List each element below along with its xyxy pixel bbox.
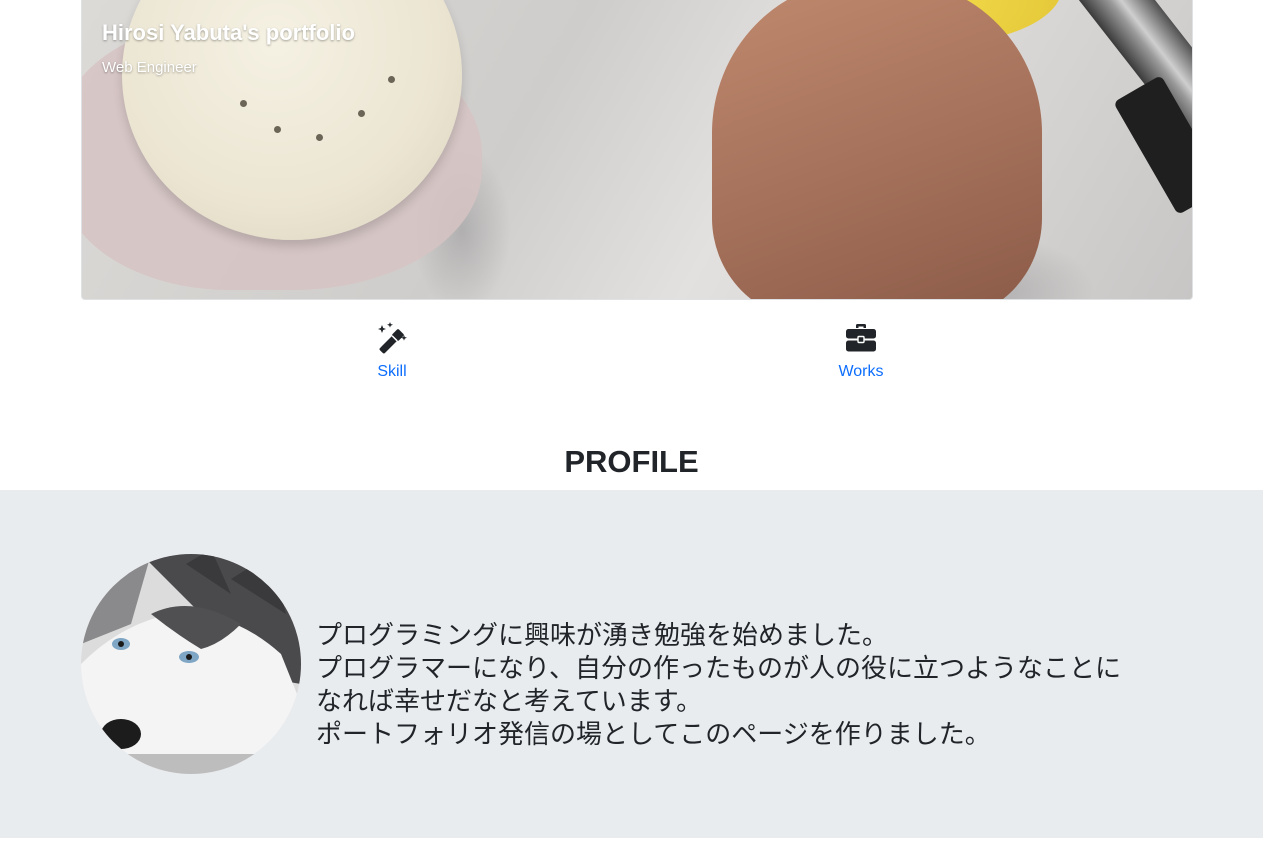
nav-link-works[interactable]: Works: [801, 321, 921, 381]
magic-wand-icon: [376, 321, 408, 355]
site-title: Hirosi Yabuta's portfolio: [102, 20, 355, 45]
hero-banner: Hirosi Yabuta's portfolio Web Engineer: [81, 0, 1193, 300]
site-subtitle: Web Engineer: [102, 59, 197, 76]
profile-avatar: [81, 554, 301, 774]
nav-link-skill[interactable]: Skill: [332, 321, 452, 381]
profile-line: ポートフォリオ発信の場としてこのページを作りました。: [316, 720, 991, 750]
hero-hand-shape: [712, 0, 1042, 299]
profile-heading: PROFILE: [564, 444, 699, 479]
profile-section: プログラミングに興味が湧き勉強を始めました。 プログラマーになり、自分の作ったも…: [0, 490, 1263, 838]
profile-description: プログラミングに興味が湧き勉強を始めました。 プログラマーになり、自分の作ったも…: [316, 620, 1216, 752]
profile-line: プログラミングに興味が湧き勉強を始めました。: [316, 621, 889, 651]
profile-line: なれば幸せだなと考えています。: [316, 687, 703, 717]
profile-line: プログラマーになり、自分の作ったものが人の役に立つようなことに: [316, 654, 1121, 684]
nav-link-skill-label: Skill: [377, 363, 407, 380]
briefcase-icon: [845, 321, 877, 355]
nav-link-works-label: Works: [838, 363, 884, 380]
